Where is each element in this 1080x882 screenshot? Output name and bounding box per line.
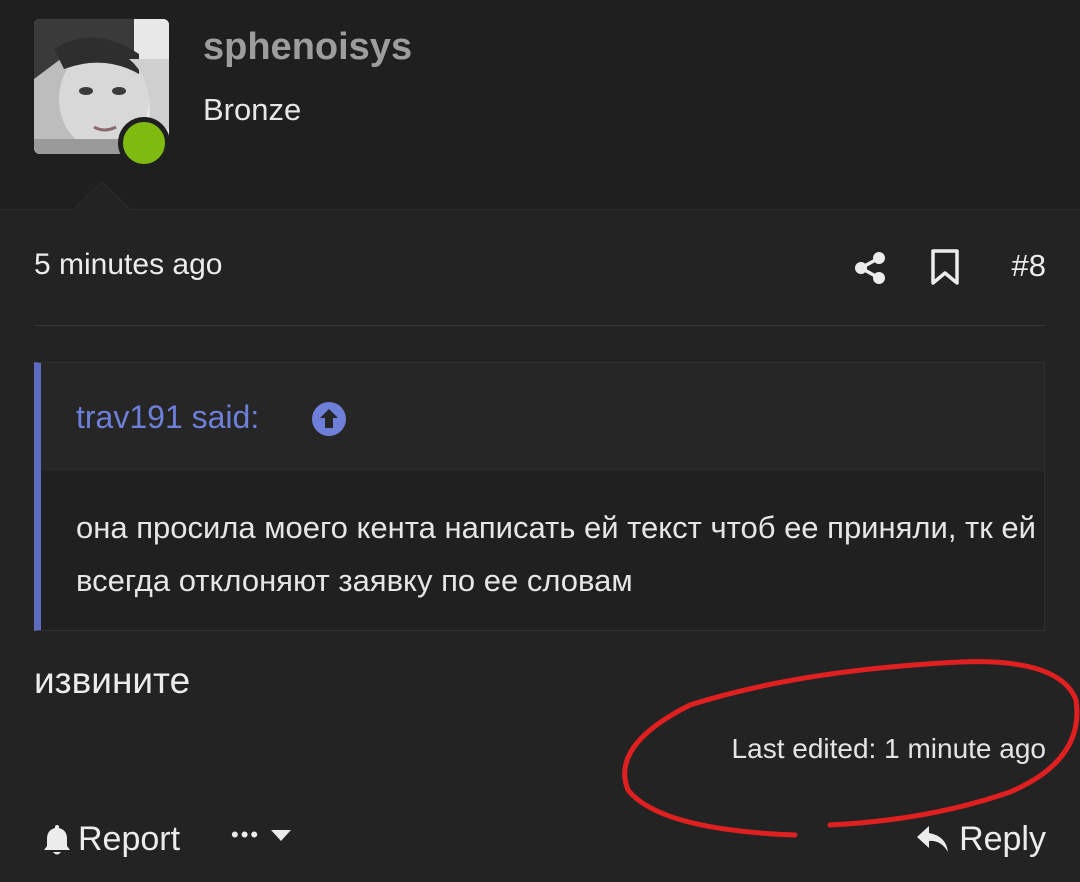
share-icon[interactable] bbox=[852, 250, 888, 286]
post-message: извините bbox=[34, 660, 191, 701]
reply-button[interactable]: Reply bbox=[915, 820, 1046, 859]
quote-author[interactable]: trav191 said: bbox=[76, 399, 259, 436]
post-actions: Report ••• Reply bbox=[34, 814, 1046, 870]
divider bbox=[34, 325, 1046, 326]
arrow-up-circle-icon[interactable] bbox=[311, 401, 347, 437]
post-time[interactable]: 5 minutes ago bbox=[34, 248, 222, 282]
last-edited-label: Last edited: 1 minute ago bbox=[731, 733, 1046, 764]
quote-block: trav191 said: она просила моего кента на… bbox=[34, 362, 1045, 631]
caret-down-icon bbox=[271, 830, 292, 841]
post-author-header: sphenoisys Bronze bbox=[0, 0, 1080, 210]
header-pointer-fill bbox=[74, 183, 130, 210]
username[interactable]: sphenoisys bbox=[203, 26, 412, 69]
report-button[interactable]: Report bbox=[42, 820, 180, 859]
bookmark-icon[interactable] bbox=[929, 248, 961, 286]
reply-label: Reply bbox=[959, 820, 1046, 858]
quote-body: она просила моего кента написать ей текс… bbox=[41, 471, 1044, 630]
quote-text: она просила моего кента написать ей текс… bbox=[76, 510, 1036, 598]
more-dots: ••• bbox=[231, 822, 261, 847]
reply-icon bbox=[917, 825, 949, 852]
report-label: Report bbox=[78, 820, 181, 858]
online-status-indicator bbox=[118, 117, 170, 169]
post-number[interactable]: #8 bbox=[1012, 248, 1046, 284]
post-meta-row: 5 minutes ago #8 bbox=[34, 240, 1046, 296]
user-rank: Bronze bbox=[203, 92, 302, 127]
quote-header: trav191 said: bbox=[41, 363, 1044, 471]
more-options-button[interactable]: ••• bbox=[231, 822, 292, 848]
bell-icon bbox=[44, 824, 70, 854]
